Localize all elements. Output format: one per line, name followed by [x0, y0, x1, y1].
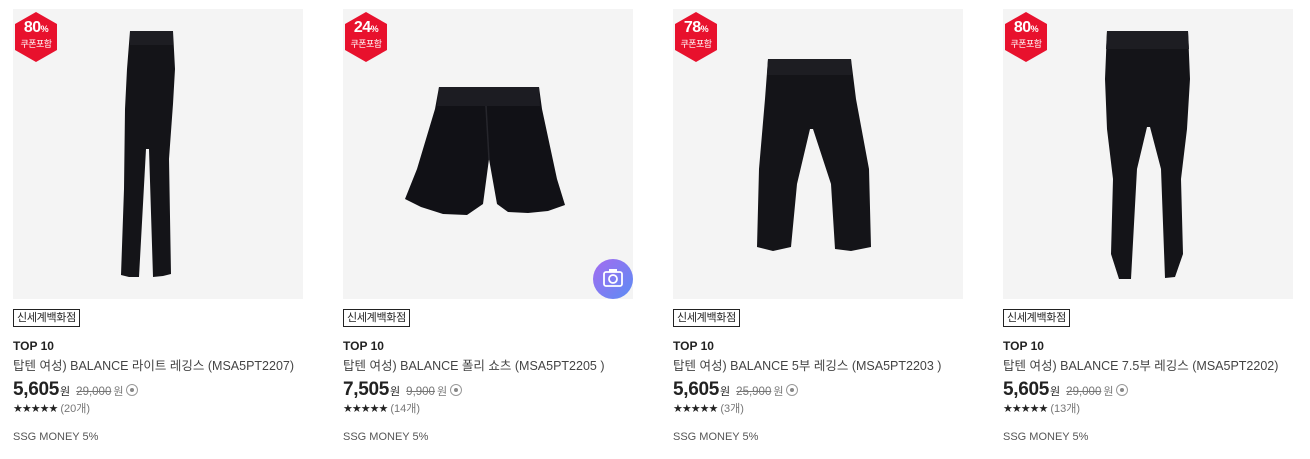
star-rating: ★★★★★ [13, 403, 58, 415]
price-info-icon[interactable] [450, 384, 463, 396]
star-rating: ★★★★★ [673, 403, 718, 415]
camera-icon [603, 269, 623, 287]
rating-row: ★★★★★ (20개) [13, 402, 303, 416]
photo-review-badge[interactable] [593, 259, 633, 299]
price-unit: 원 [1050, 386, 1061, 398]
price-info-icon[interactable] [1116, 384, 1129, 396]
discount-badge: 80% 쿠폰포함 [13, 12, 59, 62]
price-info-icon[interactable] [126, 384, 139, 396]
product-card[interactable]: 24% 쿠폰포함 신세계백화점 TOP 10 탑텐 여성) BALANCE 폴리… [343, 9, 633, 444]
rating-row: ★★★★★ (3개) [673, 402, 963, 416]
product-image[interactable]: 80% 쿠폰포함 [13, 9, 303, 299]
store-tag[interactable]: 신세계백화점 [343, 309, 410, 327]
product-card[interactable]: 80% 쿠폰포함 신세계백화점 TOP 10 탑텐 여성) BALANCE 7.… [1003, 9, 1293, 444]
review-count: (3개) [720, 403, 744, 415]
review-count: (20개) [60, 403, 90, 415]
original-price: 9,900 [406, 386, 435, 398]
product-title[interactable]: 탑텐 여성) BALANCE 7.5부 레깅스 (MSA5PT2202) [1003, 358, 1293, 374]
product-title[interactable]: 탑텐 여성) BALANCE 폴리 쇼츠 (MSA5PT2205 ) [343, 358, 633, 374]
price-unit: 원 [390, 386, 401, 398]
price-unit: 원 [720, 386, 731, 398]
original-price: 29,000 [76, 386, 112, 398]
original-price-unit: 원 [773, 386, 784, 398]
price-row: 7,505 원 9,900 원 [343, 379, 633, 401]
original-price-unit: 원 [1103, 386, 1114, 398]
ssg-money-label: SSG MONEY 5% [1003, 431, 1089, 443]
sale-price: 5,605 [673, 379, 720, 400]
rating-row: ★★★★★ (14개) [343, 402, 633, 416]
product-image[interactable]: 80% 쿠폰포함 [1003, 9, 1293, 299]
ssg-money-label: SSG MONEY 5% [343, 431, 429, 443]
rank-label: TOP 10 [673, 339, 714, 353]
original-price-unit: 원 [113, 386, 124, 398]
review-count: (13개) [1050, 403, 1080, 415]
price-row: 5,605 원 25,900 원 [673, 379, 963, 401]
review-count: (14개) [390, 403, 420, 415]
product-image[interactable]: 24% 쿠폰포함 [343, 9, 633, 299]
product-image[interactable]: 78% 쿠폰포함 [673, 9, 963, 299]
original-price-unit: 원 [436, 386, 448, 398]
ssg-money-label: SSG MONEY 5% [673, 431, 759, 443]
price-row: 5,605 원 29,000 원 [1003, 379, 1293, 401]
product-title[interactable]: 탑텐 여성) BALANCE 라이트 레깅스 (MSA5PT2207) [13, 358, 303, 374]
sale-price: 5,605 [13, 379, 60, 400]
discount-badge: 24% 쿠폰포함 [343, 12, 389, 62]
rating-row: ★★★★★ (13개) [1003, 402, 1293, 416]
price-info-icon[interactable] [786, 384, 799, 396]
price-row: 5,605 원 29,000 원 [13, 379, 303, 401]
product-card[interactable]: 78% 쿠폰포함 신세계백화점 TOP 10 탑텐 여성) BALANCE 5부… [673, 9, 963, 444]
original-price: 29,000 [1066, 386, 1102, 398]
discount-badge: 80% 쿠폰포함 [1003, 12, 1049, 62]
ssg-money-label: SSG MONEY 5% [13, 431, 99, 443]
rank-label: TOP 10 [1003, 339, 1044, 353]
price-unit: 원 [60, 386, 71, 398]
product-card[interactable]: 80% 쿠폰포함 신세계백화점 TOP 10 탑텐 여성) BALANCE 라이… [13, 9, 303, 444]
discount-badge: 78% 쿠폰포함 [673, 12, 719, 62]
star-rating: ★★★★★ [1003, 403, 1048, 415]
rank-label: TOP 10 [13, 339, 54, 353]
rank-label: TOP 10 [343, 339, 384, 353]
store-tag[interactable]: 신세계백화점 [1003, 309, 1070, 327]
sale-price: 7,505 [343, 379, 390, 400]
original-price: 25,900 [736, 386, 772, 398]
star-rating: ★★★★★ [343, 403, 388, 415]
product-title[interactable]: 탑텐 여성) BALANCE 5부 레깅스 (MSA5PT2203 ) [673, 358, 963, 374]
store-tag[interactable]: 신세계백화점 [13, 309, 80, 327]
store-tag[interactable]: 신세계백화점 [673, 309, 740, 327]
sale-price: 5,605 [1003, 379, 1050, 400]
